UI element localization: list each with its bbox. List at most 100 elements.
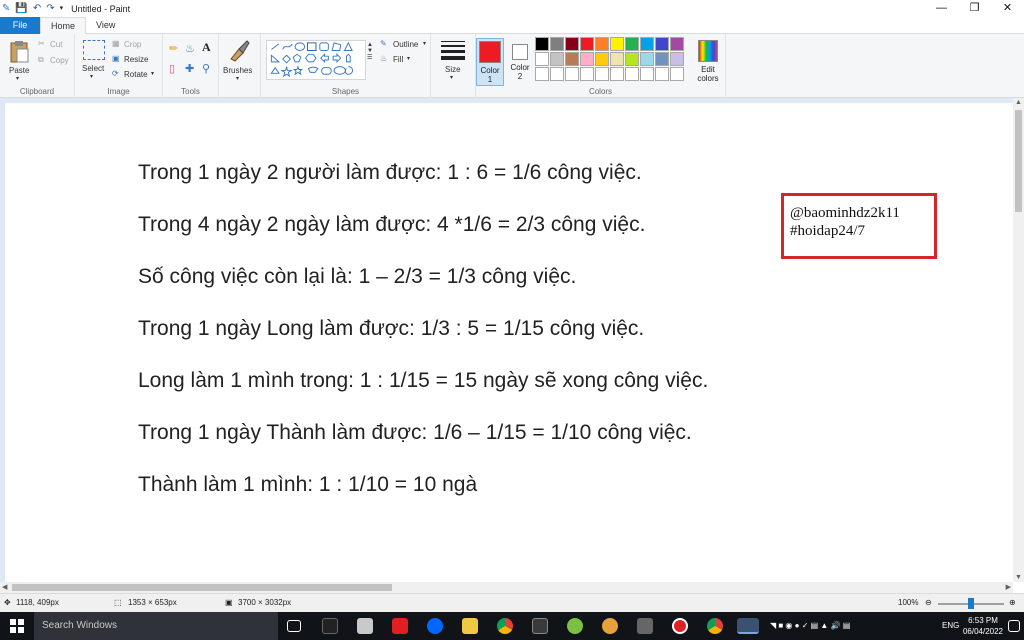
paste-dropdown-icon[interactable]: ▾ xyxy=(16,75,19,82)
crop-icon: ▦ xyxy=(112,39,120,48)
vertical-scrollbar[interactable]: ▲ ▼ xyxy=(1013,98,1024,582)
eraser-icon[interactable]: ▯ xyxy=(169,62,175,75)
brush-icon[interactable] xyxy=(227,39,251,63)
copy-button[interactable]: Copy xyxy=(50,56,69,65)
fill-bucket-icon[interactable]: ♨ xyxy=(185,42,195,55)
app-icon-gray[interactable] xyxy=(637,618,653,634)
image-group-label: Image xyxy=(107,87,130,96)
paint-taskbar-icon[interactable] xyxy=(737,618,759,634)
window-title: Untitled - Paint xyxy=(71,3,131,14)
clipboard-group-label: Clipboard xyxy=(19,87,55,96)
undo-icon[interactable]: ↶ xyxy=(33,3,41,15)
fill-button[interactable]: Fill xyxy=(393,55,403,64)
app-icon-terminal[interactable] xyxy=(322,618,338,634)
tab-home[interactable]: Home xyxy=(40,17,87,35)
canvas-text-line: Long làm 1 mình trong: 1 : 1/15 = 15 ngà… xyxy=(138,369,709,392)
taskbar-clock[interactable]: 6:53 PM 06/04/2022 xyxy=(958,615,1008,637)
image-group: Select ▾ ▦ Crop ▣ Resize ⟳ Rotate ▾ Imag… xyxy=(75,34,163,98)
tab-view[interactable]: View xyxy=(86,17,125,34)
brushes-button[interactable]: Brushes xyxy=(223,66,252,75)
size-group: Size ▾ xyxy=(431,34,475,98)
paint-app-icon: ✎ xyxy=(2,2,11,14)
notification-icon[interactable] xyxy=(1008,620,1020,632)
redo-icon[interactable]: ↷ xyxy=(46,3,54,15)
zoom-slider-thumb[interactable] xyxy=(968,598,974,609)
start-button[interactable] xyxy=(0,612,34,640)
fill-dropdown-icon[interactable]: ▾ xyxy=(407,55,410,62)
watermark-handle: @baominhdz2k11 xyxy=(790,205,900,221)
resize-button[interactable]: Resize xyxy=(124,55,148,64)
file-explorer-icon[interactable] xyxy=(462,618,478,634)
app-icon-snip[interactable] xyxy=(357,618,373,634)
system-tray-icons[interactable]: ◥ ■ ◉ ● ✓ ▤ ▲ 🔊 ▤ xyxy=(770,612,850,640)
task-view-icon[interactable] xyxy=(287,620,301,632)
clock-date: 06/04/2022 xyxy=(962,627,1004,636)
selection-size: 1353 × 653px xyxy=(128,598,177,607)
restore-button[interactable]: ❐ xyxy=(958,0,991,17)
scroll-up-icon[interactable]: ▲ xyxy=(1013,99,1024,106)
cursor-position-icon: ✥ xyxy=(4,598,11,607)
vertical-scroll-thumb[interactable] xyxy=(1015,110,1022,212)
watermark-tag: #hoidap24/7 xyxy=(790,223,865,239)
rotate-button[interactable]: Rotate xyxy=(124,70,148,79)
zalo-icon[interactable] xyxy=(427,618,443,634)
watermark-box: @baominhdz2k11 #hoidap24/7 xyxy=(781,193,937,259)
app-icon-green[interactable] xyxy=(567,618,583,634)
taskbar-search[interactable]: Search Windows xyxy=(34,612,278,640)
windows-icon xyxy=(10,619,24,633)
app-icon-orange[interactable] xyxy=(602,618,618,634)
save-icon[interactable]: 💾 xyxy=(15,3,27,15)
horizontal-scroll-thumb[interactable] xyxy=(12,584,392,591)
shapes-scroll-icon[interactable]: ▲ ▼ ☰ xyxy=(367,42,373,61)
outline-dropdown-icon[interactable]: ▾ xyxy=(423,40,426,47)
canvas-text-line: Trong 1 ngày Thành làm được: 1/6 – 1/15 … xyxy=(138,421,692,444)
select-button[interactable]: Select xyxy=(82,64,104,73)
youtube-icon[interactable] xyxy=(392,618,408,634)
resize-icon: ▣ xyxy=(112,54,120,63)
horizontal-scrollbar[interactable]: ◀ ▶ xyxy=(0,582,1013,593)
chrome-icon[interactable] xyxy=(497,618,513,634)
magnifier-icon[interactable]: ⚲ xyxy=(202,62,210,75)
calculator-icon[interactable] xyxy=(532,618,548,634)
minimize-button[interactable]: — xyxy=(925,0,958,17)
size-icon[interactable] xyxy=(441,40,465,60)
title-bar: ✎ 💾 ↶ ↷ ▾ Untitled - Paint — ❐ ✕ xyxy=(0,0,1024,17)
clipboard-group: Paste ▾ ✂ Cut ⧉ Copy Clipboard xyxy=(0,34,75,98)
scroll-left-icon[interactable]: ◀ xyxy=(2,582,7,593)
tab-file[interactable]: File xyxy=(0,17,40,34)
crop-button[interactable]: Crop xyxy=(124,40,141,49)
outline-icon: ✎ xyxy=(380,39,387,48)
size-dropdown-icon[interactable]: ▾ xyxy=(450,74,453,81)
zoom-out-icon[interactable]: ⊖ xyxy=(925,598,932,607)
rotate-dropdown-icon[interactable]: ▾ xyxy=(151,70,154,77)
scroll-down-icon[interactable]: ▼ xyxy=(1013,574,1024,581)
pencil-icon[interactable]: ✏ xyxy=(169,42,178,55)
chrome-alt-icon[interactable] xyxy=(707,618,723,634)
language-indicator[interactable]: ENG xyxy=(942,612,959,640)
colors-group: Colors xyxy=(475,34,726,98)
record-icon[interactable] xyxy=(672,618,688,634)
close-button[interactable]: ✕ xyxy=(991,0,1024,17)
outline-button[interactable]: Outline xyxy=(393,40,418,49)
text-icon[interactable]: A xyxy=(202,40,211,55)
colors-group-label: Colors xyxy=(588,87,613,96)
shapes-gallery[interactable] xyxy=(266,40,366,80)
canvas-area[interactable]: Trong 1 ngày 2 người làm được: 1 : 6 = 1… xyxy=(0,98,1013,582)
customize-qat-icon[interactable]: ▾ xyxy=(60,3,64,15)
paste-icon[interactable] xyxy=(9,39,29,63)
zoom-level: 100% xyxy=(898,598,919,607)
paste-button[interactable]: Paste xyxy=(9,66,29,75)
fill-icon: ♨ xyxy=(380,54,388,63)
brushes-dropdown-icon[interactable]: ▾ xyxy=(236,75,239,82)
drawing-canvas[interactable]: Trong 1 ngày 2 người làm được: 1 : 6 = 1… xyxy=(5,103,1013,582)
cut-button[interactable]: Cut xyxy=(50,40,62,49)
size-button[interactable]: Size xyxy=(445,65,461,74)
tools-group: ✏ ♨ A ▯ ✚ ⚲ Tools xyxy=(163,34,219,98)
color-picker-icon[interactable]: ✚ xyxy=(185,62,194,75)
scroll-right-icon[interactable]: ▶ xyxy=(1006,582,1011,593)
shapes-group-label: Shapes xyxy=(331,87,360,96)
zoom-in-icon[interactable]: ⊕ xyxy=(1009,598,1016,607)
rotate-icon: ⟳ xyxy=(112,69,119,78)
select-dropdown-icon[interactable]: ▾ xyxy=(90,73,93,80)
select-icon[interactable] xyxy=(83,40,105,60)
